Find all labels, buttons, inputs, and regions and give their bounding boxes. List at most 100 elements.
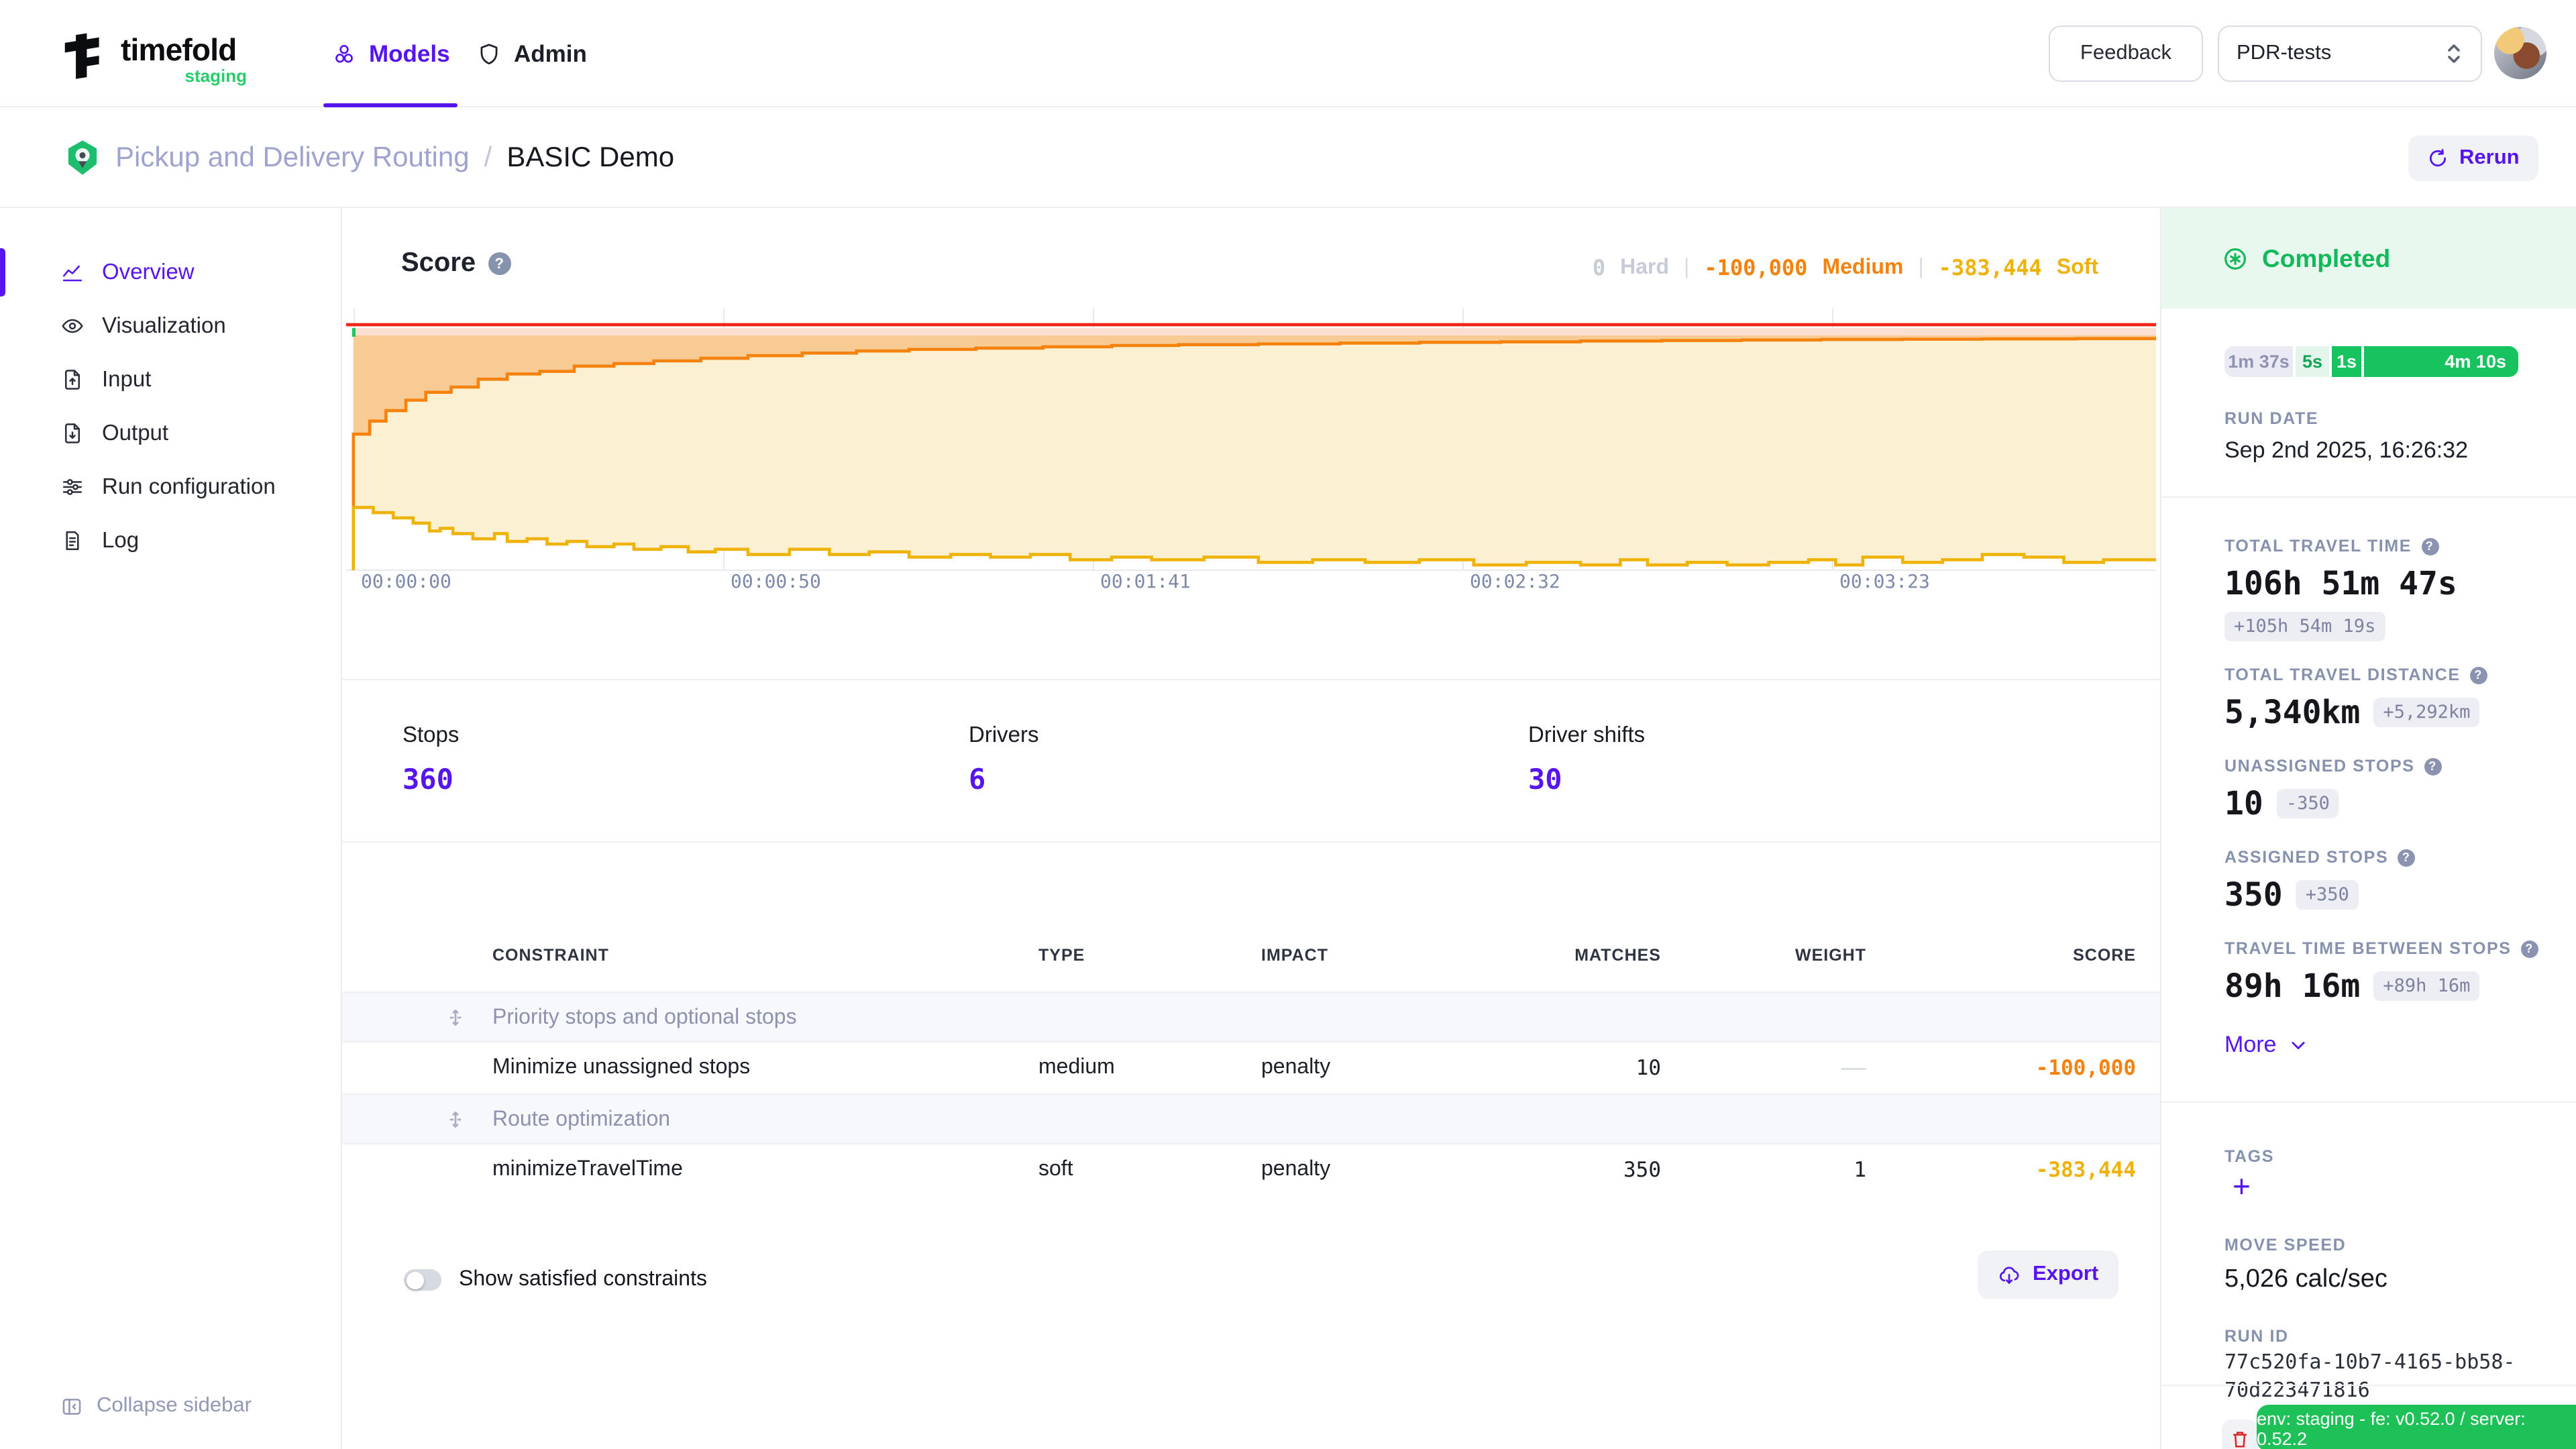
- breadcrumb: Pickup and Delivery Routing / BASIC Demo: [115, 107, 674, 208]
- main-area: Collapse sidebar Overview Visualization In…: [0, 208, 2576, 1449]
- constraint-impact: penalty: [1261, 1144, 1330, 1195]
- divider: [2161, 1102, 2576, 1103]
- metric-value: 5,340km: [2224, 694, 2360, 731]
- sidebar-item-run-configuration[interactable]: Run configuration: [0, 463, 341, 511]
- delete-run-button[interactable]: [2222, 1419, 2258, 1449]
- sidebar-item-log[interactable]: Log: [0, 517, 341, 565]
- breadcrumb-run-name: BASIC Demo: [506, 142, 674, 174]
- sidebar-item-overview[interactable]: Overview: [0, 248, 341, 297]
- rerun-label: Rerun: [2459, 146, 2520, 170]
- score-chart: 00:00:00 00:00:50 00:01:41 00:02:32 00:03:23: [346, 309, 2156, 593]
- nav-item-models[interactable]: Models: [331, 0, 450, 107]
- sidebar-item-visualization[interactable]: Visualization: [0, 302, 341, 350]
- show-satisfied-toggle[interactable]: [404, 1269, 441, 1291]
- constraint-type: medium: [1038, 1042, 1115, 1093]
- overview-content: Score ? 0Hard|-100,000Medium|-383,444Sof…: [342, 208, 2160, 1449]
- score-title: Score: [401, 248, 476, 279]
- score-soft-value: -383,444: [1939, 255, 2042, 280]
- rerun-button[interactable]: Rerun: [2408, 136, 2538, 181]
- column-header-type: TYPE: [1038, 946, 1085, 965]
- breadcrumb-bar: Pickup and Delivery Routing / BASIC Demo…: [0, 107, 2576, 208]
- feedback-button[interactable]: Feedback: [2049, 25, 2203, 82]
- svg-text:00:03:23: 00:03:23: [1839, 570, 1930, 592]
- metric-label: TOTAL TRAVEL DISTANCE?: [2224, 665, 2487, 684]
- metric-value-row: 10-350: [2224, 785, 2339, 822]
- eye-icon: [60, 314, 85, 338]
- metric-label: TOTAL TRAVEL TIME?: [2224, 537, 2438, 555]
- show-satisfied-row: Show satisfied constraints: [404, 1268, 707, 1292]
- sliders-icon: [60, 475, 85, 499]
- breadcrumb-separator: /: [484, 142, 492, 174]
- divider: [2161, 1385, 2576, 1386]
- svg-text:00:00:50: 00:00:50: [731, 570, 821, 592]
- logo-brand: timefold: [121, 32, 237, 68]
- file-download-icon: [60, 421, 85, 445]
- export-button[interactable]: Export: [1978, 1250, 2118, 1299]
- breadcrumb-model-link[interactable]: Pickup and Delivery Routing: [115, 142, 470, 174]
- metric-delta-badge: +89h 16m: [2373, 971, 2479, 1001]
- user-avatar[interactable]: [2494, 27, 2546, 79]
- sidebar-item-input[interactable]: Input: [0, 356, 341, 404]
- completed-status-icon: [2222, 245, 2249, 272]
- add-tag-button[interactable]: +: [2233, 1169, 2251, 1205]
- help-icon[interactable]: ?: [2470, 666, 2487, 684]
- stat-value-driver-shifts: 30: [1528, 763, 1562, 796]
- help-icon[interactable]: ?: [2421, 537, 2438, 555]
- metric-value-row: 350+350: [2224, 876, 2359, 914]
- metric-label: ASSIGNED STOPS?: [2224, 848, 2415, 867]
- score-separator: |: [1684, 256, 1689, 280]
- metric-delta-badge: +5,292km: [2373, 698, 2479, 727]
- score-help-icon[interactable]: ?: [488, 252, 511, 275]
- run-date-value: Sep 2nd 2025, 16:26:32: [2224, 437, 2468, 464]
- trash-icon: [2230, 1429, 2250, 1449]
- svg-text:00:00:00: 00:00:00: [361, 570, 451, 592]
- chevron-down-icon: [2288, 1036, 2307, 1055]
- logo-env-label: staging: [121, 66, 247, 86]
- constraint-row: minimizeTravelTimesoftpenalty3501-383,44…: [342, 1144, 2160, 1195]
- metric-value: 106h 51m 47s: [2224, 565, 2457, 602]
- score-soft-label: Soft: [2057, 256, 2098, 280]
- show-satisfied-label: Show satisfied constraints: [459, 1268, 707, 1292]
- metric-value: 89h 16m: [2224, 967, 2360, 1005]
- drag-handle-icon[interactable]: [444, 1108, 467, 1131]
- run-date-label: RUN DATE: [2224, 409, 2318, 428]
- document-icon: [60, 529, 85, 553]
- run-id-value: 70d223471816: [2224, 1378, 2370, 1402]
- svg-text:00:02:32: 00:02:32: [1470, 570, 1560, 592]
- run-id-value: 77c520fa-10b7-4165-bb58-: [2224, 1350, 2516, 1374]
- timefold-logo-mark: [56, 25, 110, 85]
- column-header-score: SCORE: [1935, 946, 2136, 965]
- metric-value: 10: [2224, 785, 2263, 822]
- help-icon[interactable]: ?: [2521, 940, 2538, 957]
- constraint-type: soft: [1038, 1144, 1073, 1195]
- column-header-matches: MATCHES: [1527, 946, 1661, 965]
- top-bar: timefold staging ModelsAdmin Feedback PD…: [0, 0, 2576, 107]
- constraint-group-row: Priority stops and optional stops: [342, 991, 2160, 1042]
- constraint-score: -100,000: [1935, 1042, 2136, 1093]
- drag-handle-icon[interactable]: [444, 1006, 467, 1029]
- collapse-sidebar-button[interactable]: Collapse sidebar: [60, 1394, 252, 1418]
- models-icon: [331, 41, 357, 66]
- help-icon[interactable]: ?: [2398, 849, 2415, 866]
- svg-text:00:01:41: 00:01:41: [1100, 570, 1191, 592]
- active-item-indicator: [0, 248, 5, 297]
- tags-label: TAGS: [2224, 1147, 2274, 1166]
- more-label: More: [2224, 1032, 2276, 1059]
- shield-icon: [476, 41, 502, 66]
- help-icon[interactable]: ?: [2424, 757, 2442, 775]
- sidebar-item-output[interactable]: Output: [0, 409, 341, 458]
- rerun-icon: [2427, 148, 2449, 169]
- workspace-select[interactable]: PDR-tests: [2218, 25, 2482, 82]
- nav-item-admin[interactable]: Admin: [476, 0, 587, 107]
- constraint-group-label: Priority stops and optional stops: [492, 993, 797, 1044]
- score-hard-label: Hard: [1620, 256, 1669, 280]
- export-label: Export: [2033, 1263, 2098, 1287]
- area-chart-icon: [60, 260, 85, 284]
- timeline-segment: 5s: [2296, 346, 2329, 377]
- constraint-score: -383,444: [1935, 1144, 2136, 1195]
- more-button[interactable]: More: [2224, 1032, 2307, 1059]
- timeline-segment: 4m 10s: [2364, 346, 2518, 377]
- score-medium-value: -100,000: [1704, 255, 1807, 280]
- toggle-knob: [406, 1271, 423, 1289]
- model-hexagon-icon: [63, 138, 102, 177]
